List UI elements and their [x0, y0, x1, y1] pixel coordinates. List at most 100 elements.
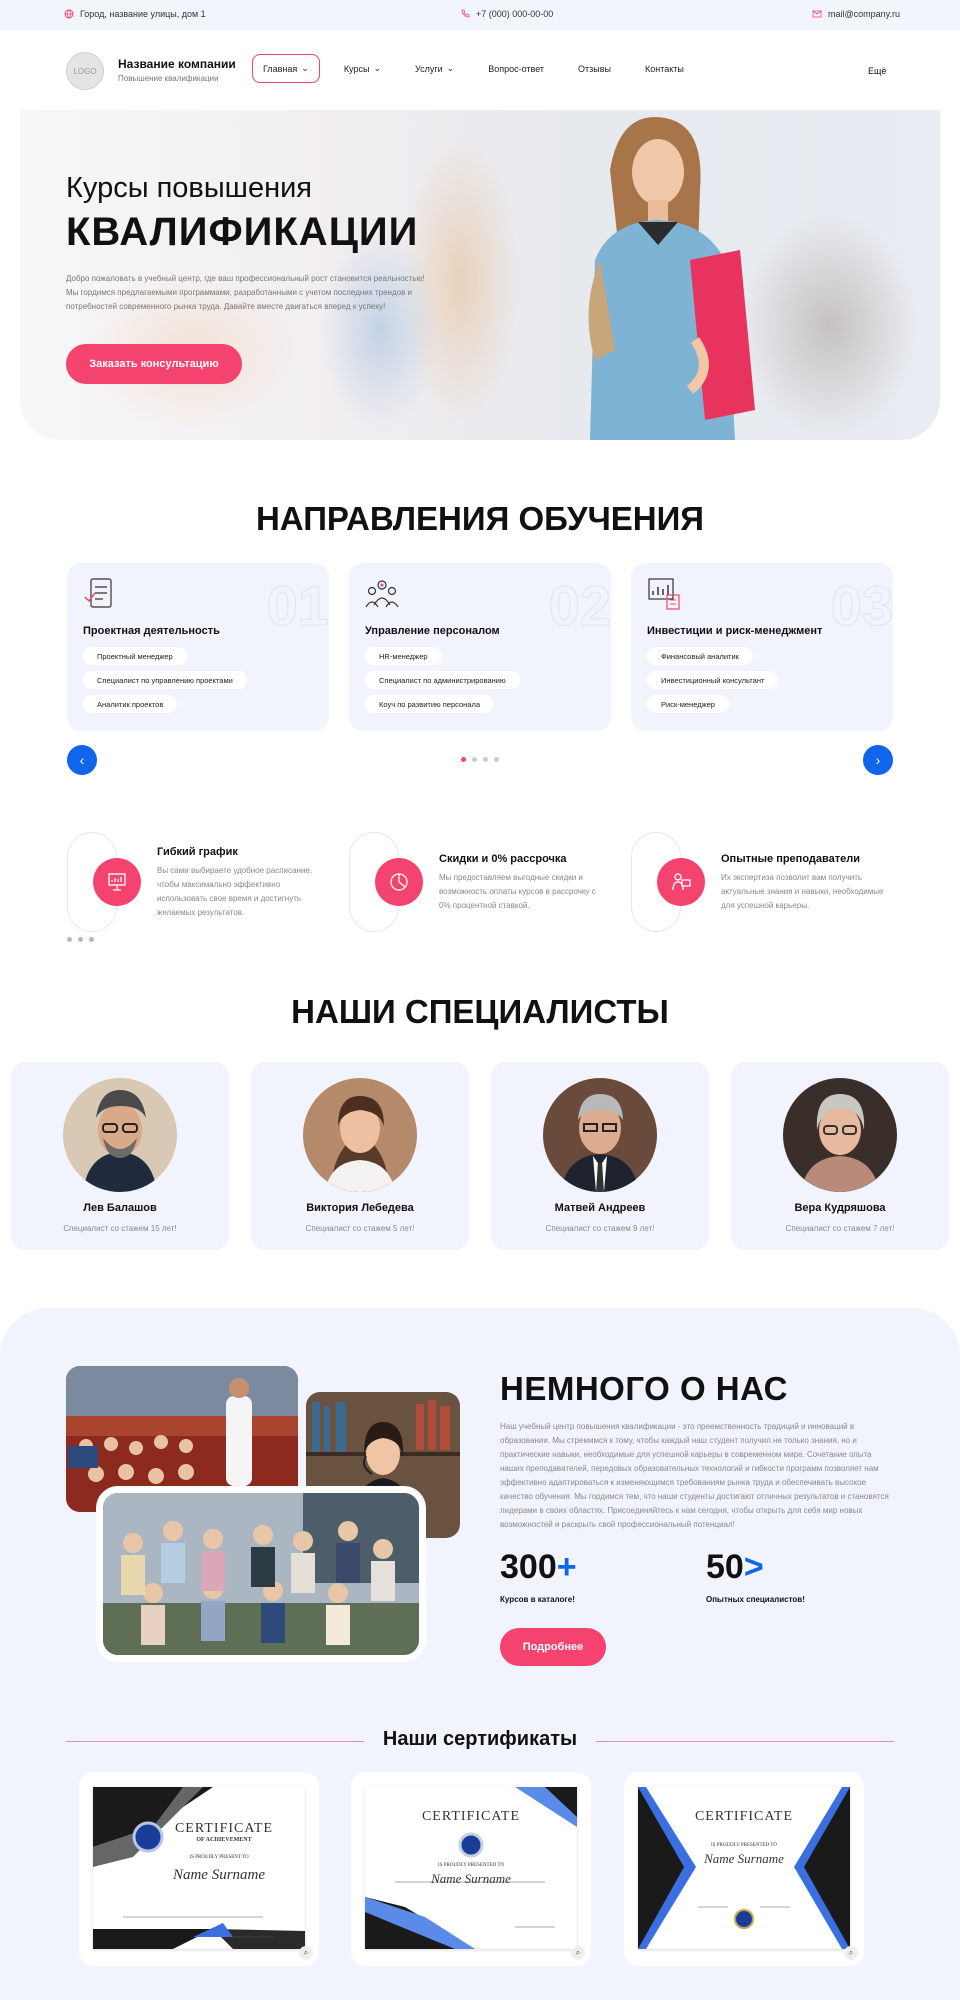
main-nav: Главная ⌄ Курсы ⌄ Услуги ⌄ Вопрос-ответ Отз…: [252, 54, 718, 83]
nav-item-contacts[interactable]: Контакты: [645, 64, 684, 74]
direction-card[interactable]: 01 Проектная деятельность Проектный мене…: [67, 563, 330, 731]
feature-item: Скидки и 0% рассрочка Мы предоставляем в…: [349, 832, 611, 932]
zoom-icon[interactable]: ⌕: [844, 1946, 858, 1960]
carousel-dot-active[interactable]: [461, 757, 466, 762]
nav-item-courses[interactable]: Курсы ⌄: [344, 63, 381, 74]
carousel-dot[interactable]: [472, 757, 477, 762]
feature-title: Опытные преподаватели: [721, 853, 860, 865]
avatar: [543, 1078, 657, 1192]
discount-icon: [375, 858, 423, 906]
nav-item-reviews[interactable]: Отзывы: [578, 64, 611, 74]
carousel-next-button[interactable]: ›: [863, 745, 893, 775]
chevron-down-icon: ⌄: [373, 63, 381, 73]
consultation-button[interactable]: Заказать консультацию: [66, 344, 242, 384]
direction-tag[interactable]: Аналитик проектов: [83, 695, 178, 713]
features-dots: [67, 937, 94, 942]
certificate-name: Name Surname: [431, 1871, 511, 1886]
specialist-experience: Специалист со стажем 7 лет!: [785, 1224, 895, 1233]
checklist-icon: [84, 578, 112, 608]
about-section: НЕМНОГО О НАС Наш учебный центр повышени…: [0, 1308, 960, 2000]
direction-title: Инвестиции и риск-менеджмент: [647, 625, 823, 637]
zoom-icon[interactable]: ⌕: [571, 1946, 585, 1960]
specialist-card[interactable]: Матвей Андреев Специалист со стажем 9 ле…: [491, 1062, 709, 1250]
email-item[interactable]: mail@company.ru: [812, 9, 900, 19]
address-text: Город, название улицы, дом 1: [80, 9, 206, 19]
specialist-card[interactable]: Виктория Лебедева Специалист со стажем 5…: [251, 1062, 469, 1250]
certificate-present: IS PROUDLY PRESENTED TO: [438, 1863, 504, 1868]
certificate-card[interactable]: CERTIFICATE IS PROUDLY PRESENTED TO Name…: [624, 1772, 864, 1966]
more-button[interactable]: Подробнее: [500, 1628, 606, 1666]
feature-title: Скидки и 0% рассрочка: [439, 853, 567, 865]
direction-title: Управление персоналом: [365, 625, 500, 637]
carousel-dot[interactable]: [494, 757, 499, 762]
stat-value: 50: [706, 1548, 744, 1586]
chevron-left-icon: ‹: [79, 752, 85, 768]
nav-label: Услуги: [414, 63, 443, 74]
presentation-icon: [93, 858, 141, 906]
certificate-sub: OF ACHIEVEMENT: [196, 1837, 252, 1843]
direction-card[interactable]: 03 Инвестиции и риск-менеджмент Финансов…: [631, 563, 894, 731]
stat-label: Опытных специалистов!: [706, 1595, 805, 1604]
carousel-dot[interactable]: [67, 937, 72, 942]
nav-item-services[interactable]: Услуги ⌄: [415, 63, 454, 74]
logo[interactable]: LOGO: [66, 52, 104, 90]
direction-tag[interactable]: Проектный менеджер: [83, 647, 187, 665]
phone-icon: [461, 9, 470, 18]
feature-text: Их экспертиза позволит вам получить акту…: [721, 873, 884, 910]
specialist-card[interactable]: Вера Кудряшова Специалист со стажем 7 ле…: [731, 1062, 949, 1250]
direction-tag[interactable]: Специалист по администрированию: [365, 671, 520, 689]
nav-item-home[interactable]: Главная ⌄: [252, 54, 320, 83]
hero-banner: Курсы повышения КВАЛИФИКАЦИИ Добро пожал…: [20, 110, 940, 440]
about-title: НЕМНОГО О НАС: [500, 1370, 788, 1407]
company-subtitle: Повышение квалификации: [118, 74, 219, 83]
certificate-heading: CERTIFICATE: [694, 1809, 794, 1824]
certificate-present: IS PROUDLY PRESENT TO: [189, 1855, 249, 1860]
nav-label: Контакты: [645, 63, 684, 74]
nav-item-faq[interactable]: Вопрос-ответ: [488, 64, 544, 74]
nav-label: Главная: [263, 63, 298, 74]
direction-tag[interactable]: Коуч по развитию персонала: [365, 695, 494, 713]
zoom-icon[interactable]: ⌕: [299, 1946, 313, 1960]
specialist-card[interactable]: Лев Балашов Специалист со стажем 15 лет!: [11, 1062, 229, 1250]
specialists-title: НАШИ СПЕЦИАЛИСТЫ: [291, 993, 669, 1030]
card-number: 03: [830, 574, 893, 638]
top-bar: Город, название улицы, дом 1 +7 (000) 00…: [0, 0, 960, 30]
carousel-dot[interactable]: [483, 757, 488, 762]
nav-label: Отзывы: [578, 63, 612, 74]
direction-tag[interactable]: Риск-менеджер: [647, 695, 729, 713]
site-header: LOGO Название компании Повышение квалифи…: [20, 30, 940, 110]
feature-text: Мы предоставляем выгодные скидки и возмо…: [439, 873, 596, 910]
certificate-card[interactable]: CERTIFICATE IS PROUDLY PRESENTED TO Name…: [351, 1772, 591, 1966]
carousel-prev-button[interactable]: ‹: [67, 745, 97, 775]
hero-bg-blur: [740, 210, 920, 440]
certificate-heading: CERTIFICATE: [174, 1821, 274, 1836]
chevron-right-icon: ›: [875, 752, 881, 768]
stat-courses: 300+: [500, 1548, 577, 1587]
certificates-title: Наши сертификаты: [382, 1728, 578, 1750]
specialist-name: Виктория Лебедева: [306, 1202, 414, 1214]
direction-tag[interactable]: Финансовый аналитик: [647, 647, 753, 665]
specialist-experience: Специалист со стажем 15 лет!: [63, 1224, 177, 1233]
direction-tag[interactable]: HR-менеджер: [365, 647, 442, 665]
avatar: [63, 1078, 177, 1192]
nav-more[interactable]: Ещё: [868, 66, 886, 76]
team-icon: [365, 580, 399, 608]
hero-description: Добро пожаловать в учебный центр, где ва…: [66, 274, 425, 311]
direction-card[interactable]: 02 Управление персоналом HR-менеджер Спе…: [349, 563, 612, 731]
certificate-image: CERTIFICATE OF ACHIEVEMENT IS PROUDLY PR…: [93, 1787, 305, 1949]
students-group-photo: [96, 1486, 426, 1662]
address-item: Город, название улицы, дом 1: [64, 9, 206, 19]
carousel-dot[interactable]: [78, 937, 83, 942]
stat-value: 300: [500, 1548, 557, 1586]
certificate-card[interactable]: CERTIFICATE OF ACHIEVEMENT IS PROUDLY PR…: [79, 1772, 319, 1966]
stat-specialists: 50>: [706, 1548, 764, 1587]
direction-tag[interactable]: Специалист по управлению проектами: [83, 671, 247, 689]
certificate-name: Name Surname: [704, 1851, 784, 1866]
teacher-icon: [657, 858, 705, 906]
direction-tag[interactable]: Инвестиционный консультант: [647, 671, 779, 689]
chevron-down-icon: ⌄: [301, 63, 309, 73]
carousel-dot[interactable]: [89, 937, 94, 942]
stat-suffix: >: [743, 1548, 764, 1586]
specialist-experience: Специалист со стажем 5 лет!: [305, 1224, 415, 1233]
phone-item[interactable]: +7 (000) 000-00-00: [460, 9, 553, 19]
